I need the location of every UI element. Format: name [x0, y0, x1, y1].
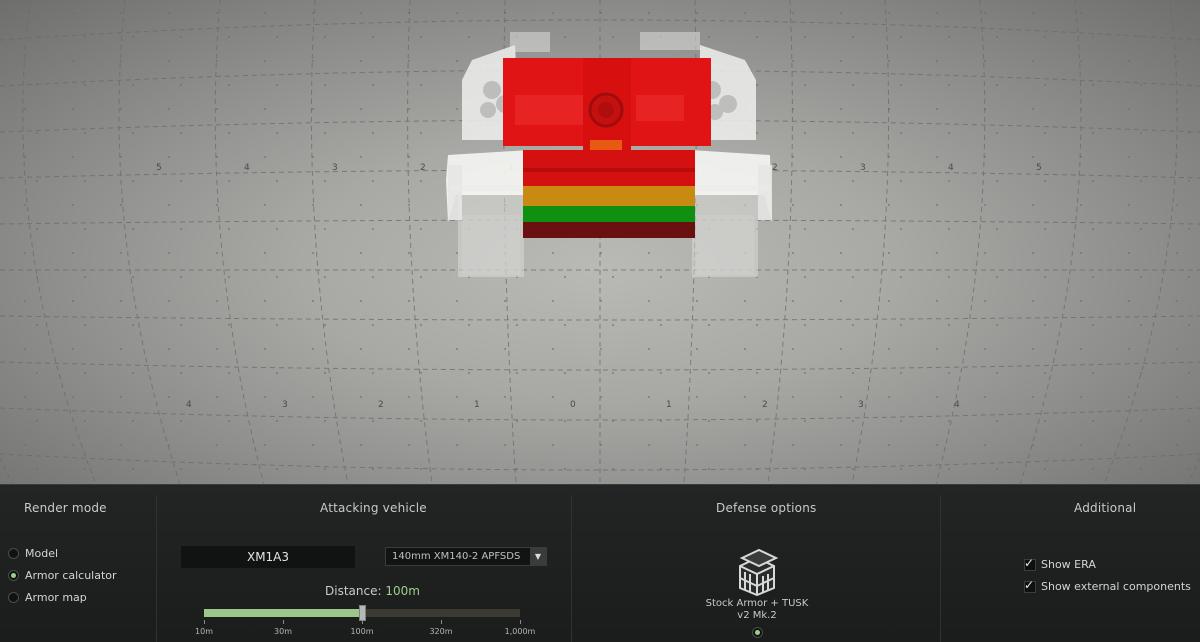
slider-tick-label: 1,000m [504, 627, 536, 636]
armor-package-radio[interactable] [752, 627, 763, 638]
ammo-dropdown-value: 140mm XM140-2 APFSDS [392, 551, 521, 562]
additional-title: Additional [1074, 501, 1137, 515]
show-era-checkbox[interactable]: ✓ [1024, 555, 1036, 571]
distance-slider-handle[interactable] [359, 605, 366, 621]
hull-armor-orange [523, 186, 695, 206]
distance-slider-fill [204, 609, 362, 617]
slider-tick [204, 620, 205, 624]
attacking-vehicle-selector[interactable]: XM1A3 [181, 546, 355, 568]
armor-module-icon[interactable] [734, 548, 780, 596]
bottom-panel: Render mode Model Armor calculator Armor… [0, 484, 1200, 642]
slider-tick [283, 620, 284, 624]
ammo-dropdown[interactable]: 140mm XM140-2 APFSDS ▼ [385, 547, 547, 566]
show-era-option[interactable]: ✓ Show ERA [1024, 555, 1096, 571]
armor-package-line1: Stock Armor + TUSK [705, 598, 809, 609]
armor-package-label: Stock Armor + TUSK v2 Mk.2 [690, 598, 824, 622]
distance-label: Distance: [325, 584, 382, 598]
slider-tick [362, 620, 363, 624]
slider-tick [520, 620, 521, 624]
slider-tick-label: 30m [274, 627, 292, 636]
checkmark-icon: ✓ [1024, 555, 1035, 570]
distance-value: 100m [385, 584, 420, 598]
hull-armor-darkred [523, 222, 695, 238]
show-external-components-label: Show external components [1041, 580, 1191, 593]
attacking-vehicle-section: Attacking vehicle XM1A3 140mm XM140-2 AP… [0, 485, 570, 642]
chevron-down-icon[interactable]: ▼ [530, 548, 546, 565]
checkmark-icon: ✓ [1024, 577, 1035, 592]
slider-tick-label: 100m [350, 627, 374, 636]
armor-viewport[interactable]: 54321012345432101234 [0, 0, 1200, 484]
armor-package-line2: v2 Mk.2 [737, 610, 777, 621]
tank-model [446, 32, 772, 277]
show-external-components-option[interactable]: ✓ Show external components [1024, 577, 1191, 593]
defense-options-title: Defense options [716, 501, 817, 515]
slider-tick-label: 10m [195, 627, 213, 636]
distance-readout: Distance: 100m [325, 584, 420, 598]
slider-tick [441, 620, 442, 624]
slider-tick-label: 320m [429, 627, 453, 636]
show-era-label: Show ERA [1041, 558, 1096, 571]
hull-armor-green [523, 206, 695, 222]
show-external-components-checkbox[interactable]: ✓ [1024, 577, 1036, 593]
attacking-vehicle-title: Attacking vehicle [320, 501, 427, 515]
